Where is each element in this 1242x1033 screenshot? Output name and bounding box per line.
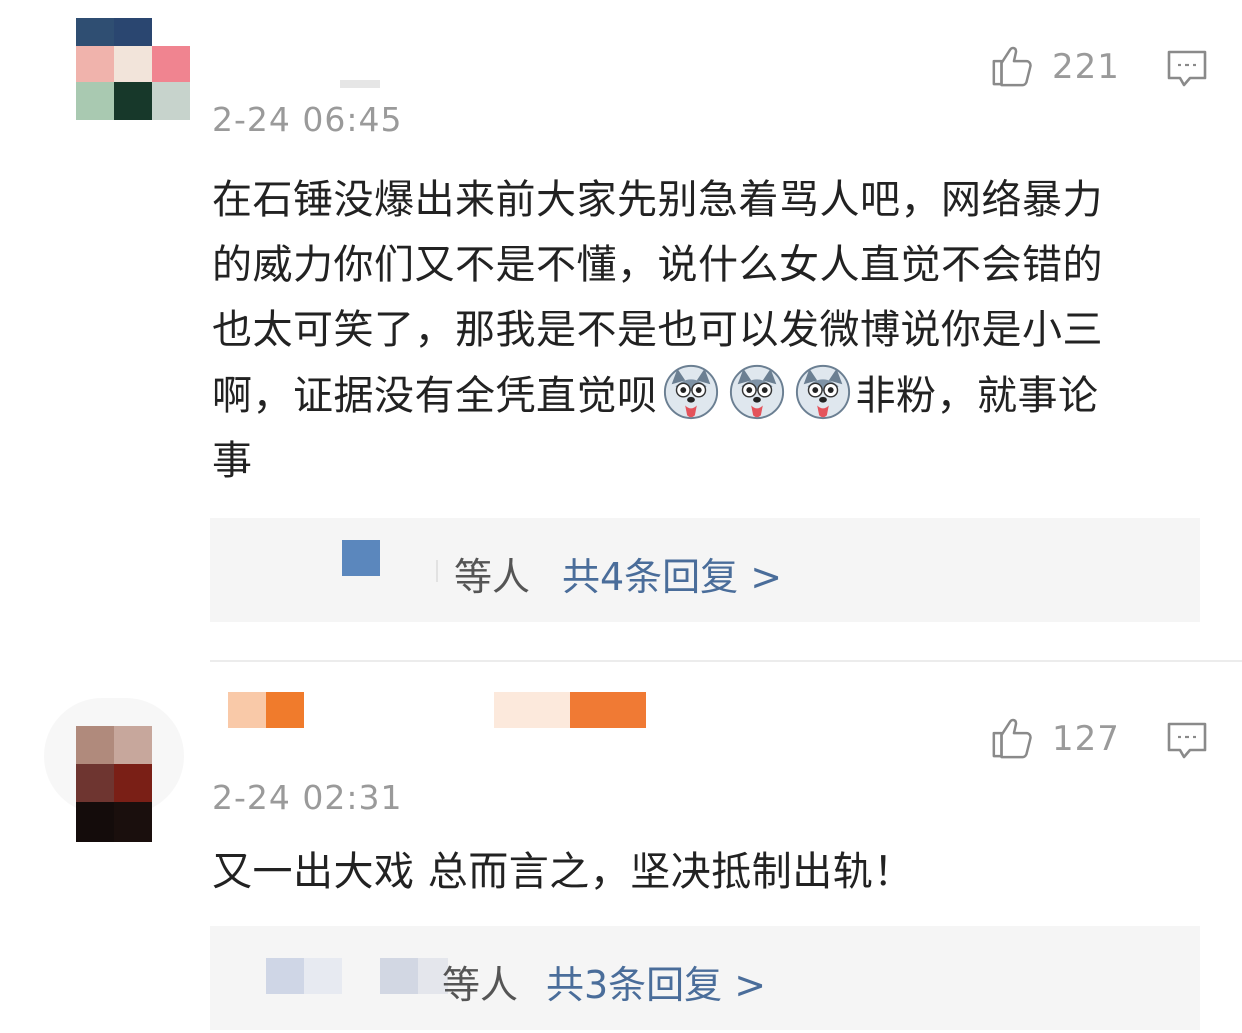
like-button[interactable]: 221 [990, 42, 1120, 92]
comment-fragment: 啊，证据没有全凭直觉呗 [212, 373, 658, 419]
comment-bubble-icon [1167, 722, 1207, 759]
comment-line: 在石锤没爆出来前大家先别急着骂人吧，网络暴力 [212, 177, 1103, 223]
reply-user-masked [380, 958, 418, 994]
thumbs-up-icon [990, 714, 1036, 764]
like-count: 127 [1052, 719, 1120, 759]
reply-user-masked [436, 560, 438, 582]
comment-line: 的威力你们又不是不懂，说什么女人直觉不会错的 [212, 242, 1103, 288]
reply-summary[interactable]: 等人 共3条回复 > [210, 926, 1200, 1030]
comment-item: 2-24 02:31 127 又一出大戏 总而言之，坚决抵制出轨！ 等人 共3条… [0, 660, 1242, 1033]
reply-button[interactable] [1166, 48, 1208, 90]
reply-user-masked [304, 958, 342, 994]
reply-who: 等人 [442, 963, 519, 1007]
comment-time: 2-24 06:45 [212, 100, 403, 139]
like-count: 221 [1052, 47, 1120, 87]
reply-who: 等人 [454, 555, 531, 599]
husky-emoji-icon [729, 364, 784, 420]
comment-fragment: 非粉，就事论 [855, 373, 1099, 419]
reply-button[interactable] [1166, 720, 1208, 762]
comment-bubble-icon [1167, 50, 1207, 87]
comment-line: 事 [212, 438, 253, 484]
comment-item: 2-24 06:45 221 在石锤没爆出来前大家先别急着骂人吧，网络暴力 的威… [0, 0, 1242, 650]
comment-line: 又一出大戏 总而言之，坚决抵制出轨！ [212, 849, 914, 895]
husky-emoji-icon [795, 364, 850, 420]
thumbs-up-icon [990, 42, 1036, 92]
reply-summary[interactable]: 等人 共4条回复 > [210, 518, 1200, 622]
avatar[interactable] [44, 698, 184, 842]
reply-total-link[interactable]: 共3条回复 > [546, 954, 766, 1009]
like-button[interactable]: 127 [990, 714, 1120, 764]
comment-line: 啊，证据没有全凭直觉呗 非粉，就事论 [212, 363, 1212, 429]
comment-time: 2-24 02:31 [212, 778, 403, 817]
username-masked[interactable] [228, 692, 648, 732]
comment-text: 在石锤没爆出来前大家先别急着骂人吧，网络暴力 的威力你们又不是不懂，说什么女人直… [212, 168, 1212, 494]
reply-total-link[interactable]: 共4条回复 > [562, 546, 782, 601]
reply-user-masked [342, 540, 380, 576]
husky-emoji-icon [663, 364, 718, 420]
comment-text: 又一出大戏 总而言之，坚决抵制出轨！ [212, 840, 1212, 905]
reply-user-masked [266, 958, 304, 994]
avatar[interactable] [76, 10, 192, 126]
comment-line: 也太可笑了，那我是不是也可以发微博说你是小三 [212, 307, 1103, 353]
